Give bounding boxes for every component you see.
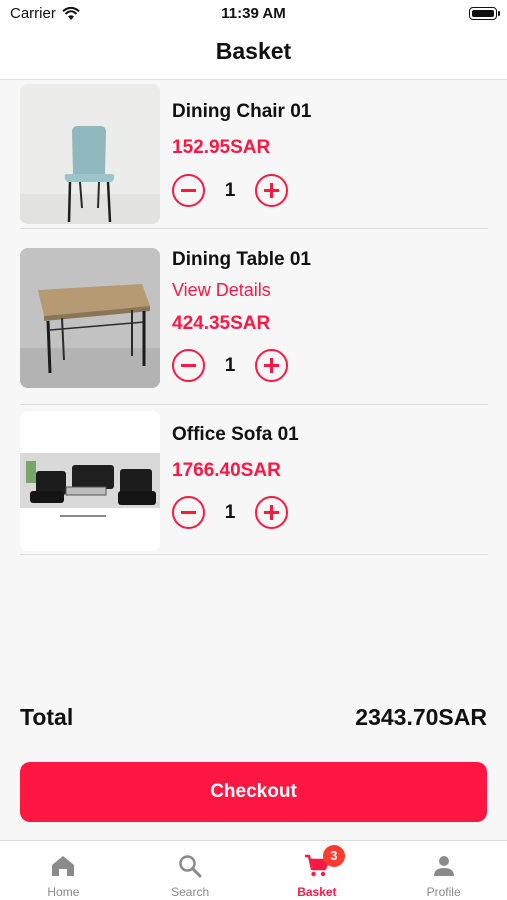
search-icon xyxy=(179,855,202,878)
tab-label: Home xyxy=(47,885,80,899)
quantity-value: 1 xyxy=(224,179,236,201)
view-details-link[interactable]: View Details xyxy=(172,280,271,301)
status-time: 11:39 AM xyxy=(221,5,286,22)
person-icon xyxy=(433,856,454,876)
total-label: Total xyxy=(20,704,74,730)
total-row: Total 2343.70SAR xyxy=(20,704,487,731)
plus-icon-v xyxy=(270,358,273,373)
product-image-dining-table[interactable] xyxy=(20,248,160,388)
tab-search[interactable]: Search xyxy=(127,841,254,900)
minus-icon xyxy=(181,364,196,367)
table-illustration xyxy=(20,248,160,388)
tab-basket[interactable]: 3 Basket xyxy=(254,841,381,900)
quantity-value: 1 xyxy=(224,354,236,376)
item-price: 1766.40SAR xyxy=(172,460,281,481)
battery-icon xyxy=(469,7,500,20)
item-name: Dining Chair 01 xyxy=(172,101,312,122)
decrease-quantity-button[interactable] xyxy=(172,174,205,207)
tab-bar: Home Search 3 Basket Profile xyxy=(0,840,507,900)
item-price: 424.35SAR xyxy=(172,313,271,334)
home-icon xyxy=(52,856,75,876)
item-price: 152.95SAR xyxy=(172,137,271,158)
basket-item: Office Sofa 01 1766.40SAR 1 xyxy=(20,411,488,555)
cart-count-badge: 3 xyxy=(322,845,345,867)
nav-header: Basket xyxy=(0,28,507,80)
tab-home[interactable]: Home xyxy=(0,841,127,900)
plus-icon-v xyxy=(270,183,273,198)
total-value: 2343.70SAR xyxy=(355,704,487,730)
tab-profile[interactable]: Profile xyxy=(380,841,507,900)
decrease-quantity-button[interactable] xyxy=(172,496,205,529)
product-image-office-sofa[interactable] xyxy=(20,411,160,551)
increase-quantity-button[interactable] xyxy=(255,174,288,207)
basket-item: Dining Chair 01 152.95SAR 1 xyxy=(20,84,488,229)
minus-icon xyxy=(181,189,196,192)
basket-item: Dining Table 01 View Details 424.35SAR 1 xyxy=(20,246,488,405)
product-image-dining-chair[interactable] xyxy=(20,84,160,224)
increase-quantity-button[interactable] xyxy=(255,349,288,382)
chair-illustration xyxy=(20,84,160,224)
tab-label: Profile xyxy=(426,885,461,899)
quantity-stepper: 1 xyxy=(172,349,288,382)
minus-icon xyxy=(181,511,196,514)
tab-label: Basket xyxy=(297,885,337,899)
status-bar: Carrier 11:39 AM xyxy=(0,0,507,28)
quantity-value: 1 xyxy=(224,501,236,523)
item-name: Dining Table 01 xyxy=(172,249,312,270)
quantity-stepper: 1 xyxy=(172,496,288,529)
quantity-stepper: 1 xyxy=(172,174,288,207)
increase-quantity-button[interactable] xyxy=(255,496,288,529)
sofa-illustration xyxy=(20,411,160,551)
tab-label: Search xyxy=(171,885,210,899)
page-title: Basket xyxy=(215,38,292,64)
item-name: Office Sofa 01 xyxy=(172,424,299,445)
checkout-button[interactable]: Checkout xyxy=(20,762,487,822)
plus-icon-v xyxy=(270,505,273,520)
decrease-quantity-button[interactable] xyxy=(172,349,205,382)
